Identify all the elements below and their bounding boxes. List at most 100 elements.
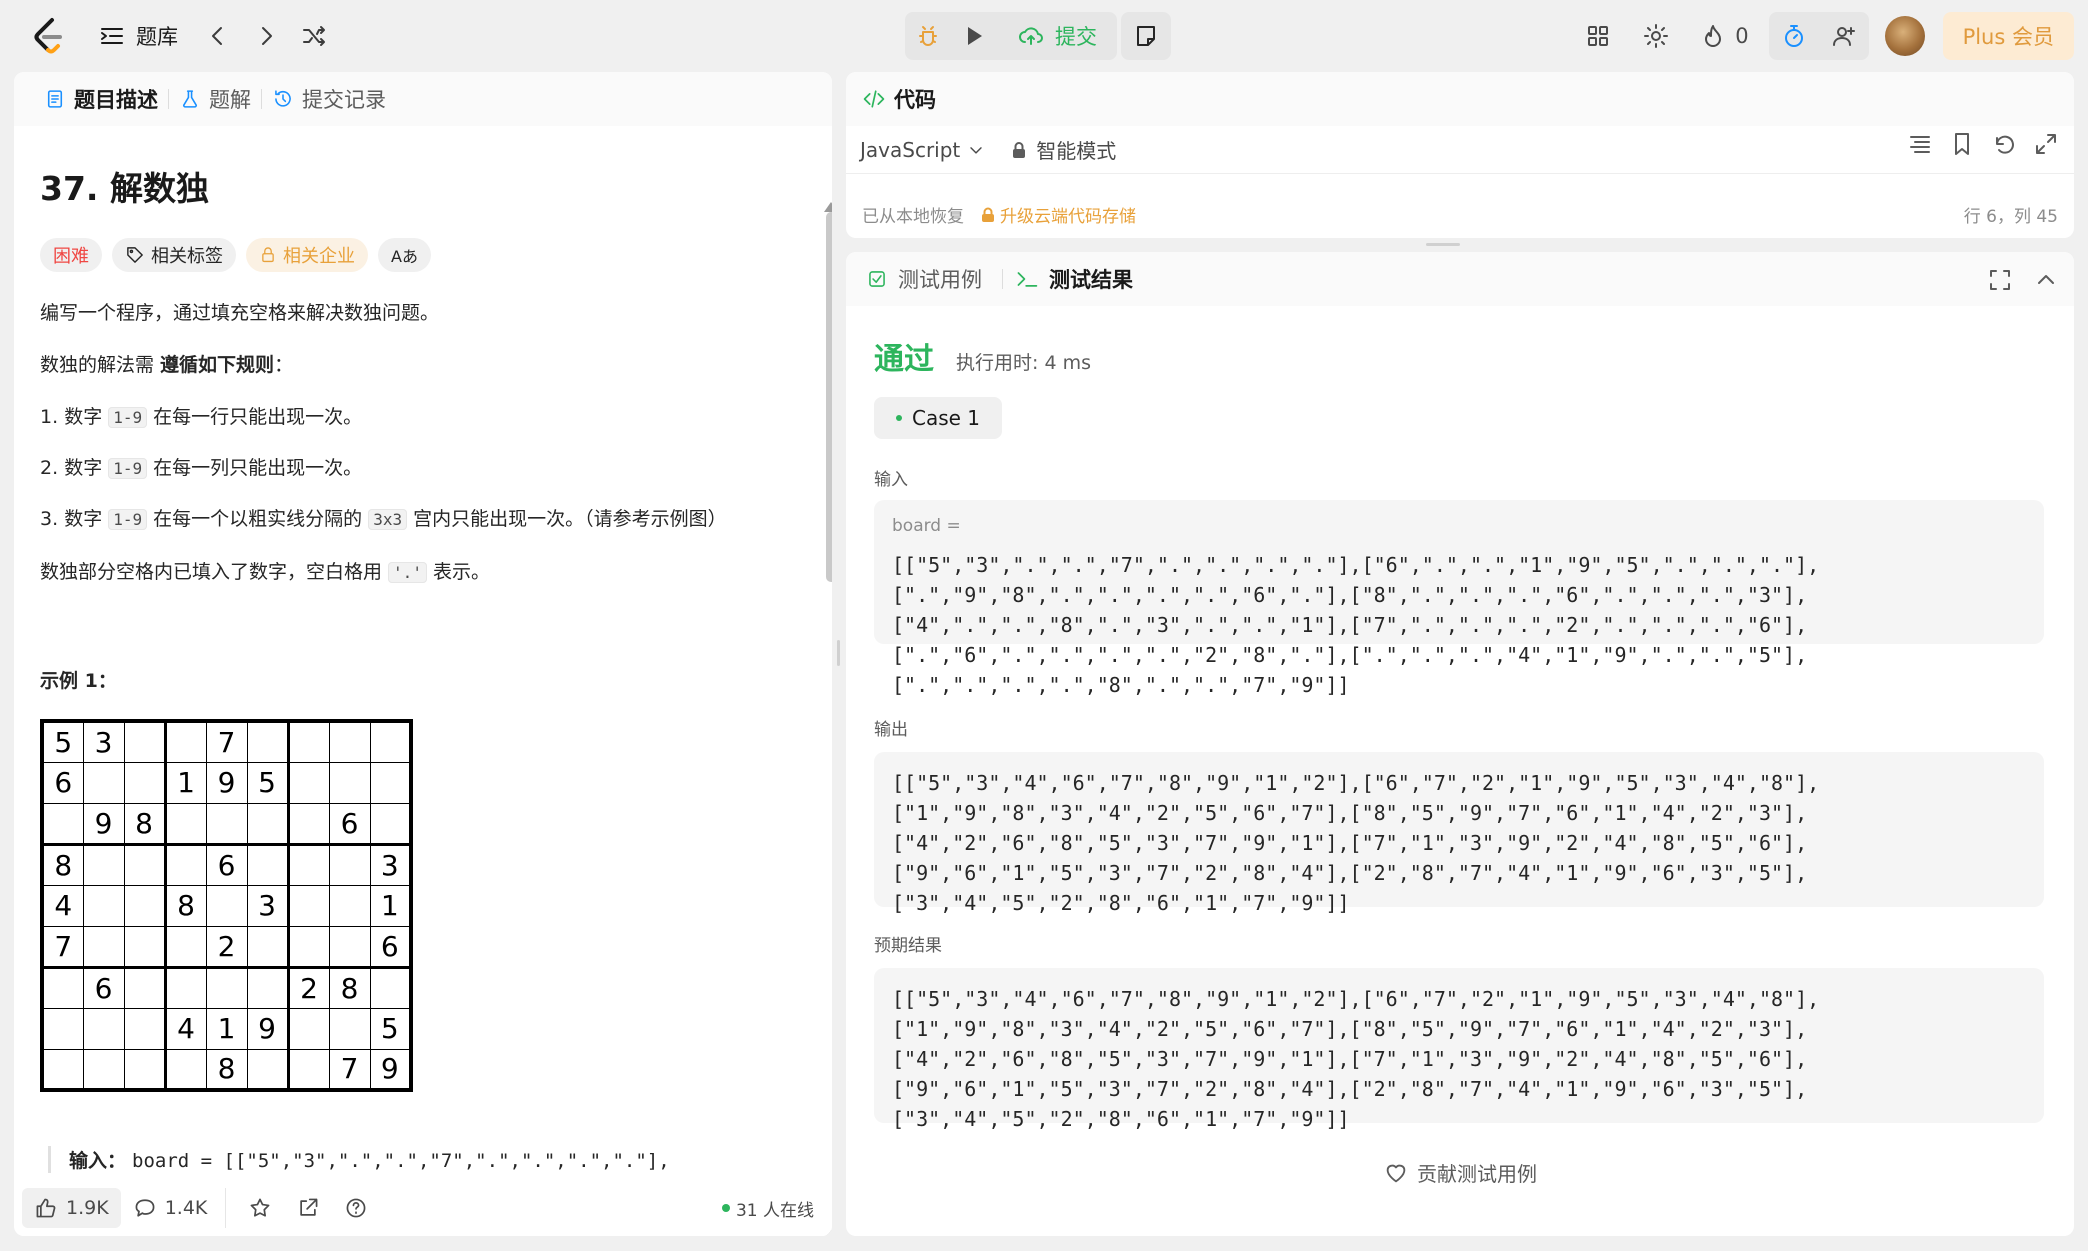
submit-button[interactable]: 提交 <box>997 12 1117 60</box>
rule-item: 2. 数字 1-9 在每一列只能出现一次。 <box>40 453 780 484</box>
fullscreen-icon[interactable] <box>1986 266 2014 294</box>
difficulty-badge: 困难 <box>40 238 102 272</box>
next-problem-button[interactable] <box>242 18 290 54</box>
editor-status: 已从本地恢复 升级云端代码存储 行 6，列 45 <box>862 202 2058 227</box>
tab-description-label: 题目描述 <box>74 88 158 112</box>
sudoku-cell <box>41 802 84 845</box>
timer-button[interactable] <box>1769 12 1819 60</box>
related-companies-button[interactable]: 相关企业 <box>246 238 368 272</box>
chevron-left-icon <box>204 22 232 50</box>
tab-test-result[interactable]: 测试结果 <box>1015 264 1145 294</box>
test-panel: 测试用例 测试结果 通过 执行用时: 4 ms Case 1 输入 board … <box>846 252 2074 1236</box>
sudoku-cell <box>82 925 125 968</box>
editor-toolbar: JavaScript 智能模式 <box>846 126 2074 174</box>
flask-icon <box>179 88 201 110</box>
scroll-up-arrow[interactable] <box>824 202 832 212</box>
sudoku-cell <box>163 965 207 1009</box>
problem-title[interactable]: 37. 解数独 <box>40 162 780 210</box>
case-tab-1[interactable]: Case 1 <box>874 397 1003 439</box>
case-pass-dot <box>896 415 902 421</box>
rule-text: 数字 <box>64 406 109 428</box>
random-problem-button[interactable] <box>290 18 338 54</box>
timer-group <box>1768 12 1869 60</box>
sudoku-cell <box>369 720 412 763</box>
avatar[interactable] <box>1884 16 1925 56</box>
run-toolbar: 提交 <box>905 12 1171 60</box>
streak-counter[interactable]: 0 <box>1685 22 1762 50</box>
sudoku-cell <box>123 965 166 1009</box>
tab-description[interactable]: 题目描述 <box>34 84 168 114</box>
sudoku-cell: 8 <box>205 1048 248 1091</box>
sudoku-cell <box>123 1048 166 1091</box>
comments-button[interactable]: 1.4K <box>121 1188 220 1228</box>
sudoku-cell: 7 <box>205 720 248 763</box>
settings-button[interactable] <box>1627 12 1685 60</box>
problem-list-button[interactable]: 题库 <box>98 21 178 51</box>
chevron-up-icon[interactable] <box>2032 266 2060 294</box>
rule-number: 2. <box>40 457 59 479</box>
sudoku-cell <box>286 761 330 804</box>
add-friend-button[interactable] <box>1819 12 1869 60</box>
sudoku-cell: 9 <box>82 802 125 845</box>
example-title: 示例 1： <box>40 670 117 692</box>
sudoku-cell: 3 <box>82 720 125 763</box>
sudoku-cell: 6 <box>205 842 248 886</box>
tab-submissions[interactable]: 提交记录 <box>262 84 396 114</box>
sudoku-cell <box>246 965 289 1009</box>
help-button[interactable] <box>332 1188 380 1228</box>
rule-code: 1-9 <box>108 458 148 479</box>
debug-button[interactable] <box>905 12 951 60</box>
tab-solutions[interactable]: 题解 <box>169 84 261 114</box>
comment-icon <box>133 1196 157 1220</box>
translate-button[interactable]: Aあ <box>378 238 431 272</box>
sudoku-cell <box>163 720 207 763</box>
related-tags-button[interactable]: 相关标签 <box>112 238 236 272</box>
editor-resize-handle[interactable] <box>1426 243 1460 246</box>
submit-label: 提交 <box>1055 25 1097 49</box>
smart-mode-toggle[interactable]: 智能模式 <box>1010 135 1116 164</box>
problem-list-label: 题库 <box>136 25 178 49</box>
language-select[interactable]: JavaScript <box>860 138 986 162</box>
problem-intro: 编写一个程序，通过填充空格来解决数独问题。 <box>40 302 440 324</box>
sudoku-cell <box>328 842 371 886</box>
note-button[interactable] <box>1121 12 1171 60</box>
run-button[interactable] <box>951 12 997 60</box>
layout-button[interactable] <box>1569 12 1627 60</box>
tab-testcases[interactable]: 测试用例 <box>866 264 994 294</box>
code-panel: 代码 JavaScript 智能模式 已从本地恢复 升级云端代码存储 行 6，列… <box>846 72 2074 238</box>
sudoku-cell <box>205 965 248 1009</box>
sudoku-cell: 8 <box>328 965 371 1009</box>
panel-resize-handle[interactable] <box>837 640 840 666</box>
plus-membership-button[interactable]: Plus 会员 <box>1942 12 2074 60</box>
board-label: board = <box>892 516 961 536</box>
logo-icon[interactable] <box>30 16 66 56</box>
prev-problem-button[interactable] <box>194 18 242 54</box>
scrollbar-thumb[interactable] <box>826 212 832 582</box>
like-button[interactable]: 1.9K <box>22 1188 121 1228</box>
upgrade-storage-link[interactable]: 升级云端代码存储 <box>980 202 1136 227</box>
sudoku-cell <box>328 1007 371 1050</box>
bookmark-icon[interactable] <box>1948 130 1976 158</box>
sudoku-cell <box>123 761 166 804</box>
sudoku-cell: 2 <box>205 925 248 968</box>
sudoku-cell <box>246 925 289 968</box>
contribute-testcase-button[interactable]: 贡献测试用例 <box>846 1158 2074 1187</box>
test-panel-actions <box>1986 266 2060 294</box>
translate-label: Aあ <box>391 247 418 266</box>
undo-icon[interactable] <box>1990 130 2018 158</box>
tab-testcases-label: 测试用例 <box>898 268 982 292</box>
cloud-upload-icon <box>1017 22 1045 50</box>
format-icon[interactable] <box>1906 130 1934 158</box>
favorite-button[interactable] <box>225 1188 284 1228</box>
sudoku-row: 6 28 <box>41 965 412 1009</box>
sudoku-cell <box>286 720 330 763</box>
sudoku-cell: 9 <box>246 1007 289 1050</box>
expand-icon[interactable] <box>2032 130 2060 158</box>
related-companies-label: 相关企业 <box>283 246 355 267</box>
layout-icon <box>1584 22 1612 50</box>
sudoku-cell <box>163 842 207 886</box>
rule-text: 数字 <box>64 457 109 479</box>
share-button[interactable] <box>284 1188 332 1228</box>
input-box: board = [["5","3",".",".","7",".",".",".… <box>874 500 2044 697</box>
cursor-position: 行 6，列 45 <box>1963 207 2058 227</box>
